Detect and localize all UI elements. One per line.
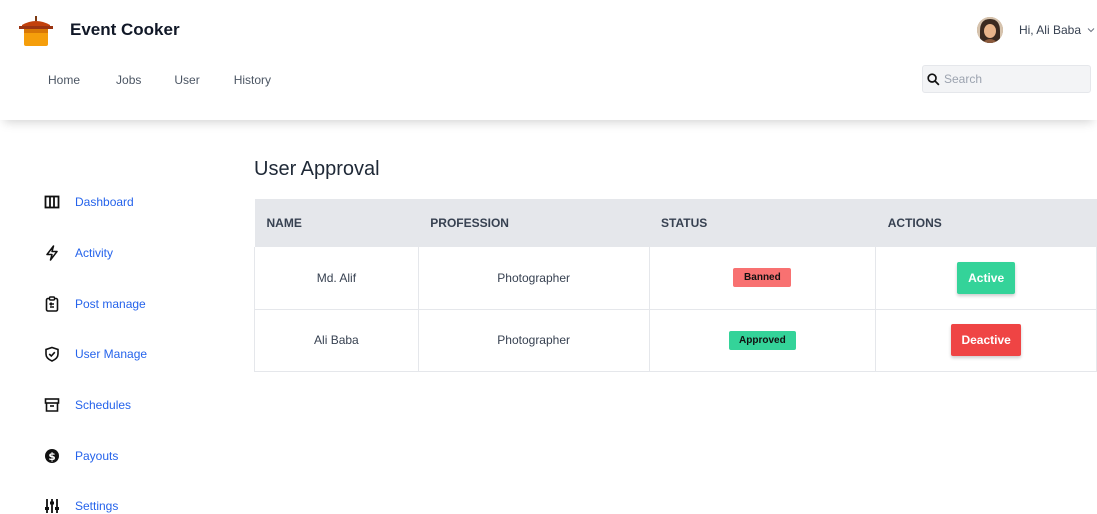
sidebar-item-label: Payouts — [75, 449, 119, 463]
main-nav: Home Jobs User History — [48, 73, 271, 87]
sidebar-item-schedules[interactable]: Schedules — [44, 397, 131, 413]
sidebar-item-label: Settings — [75, 499, 119, 513]
nav-jobs[interactable]: Jobs — [116, 73, 141, 87]
cell-name: Md. Alif — [254, 247, 419, 310]
archive-icon — [44, 398, 60, 412]
sidebar-item-payouts[interactable]: $ Payouts — [44, 448, 118, 464]
column-header-status: STATUS — [661, 216, 708, 230]
sidebar-item-dashboard[interactable]: Dashboard — [44, 194, 134, 210]
column-header-actions: ACTIONS — [887, 216, 942, 230]
status-badge: Banned — [733, 268, 792, 288]
sidebar-item-label: Dashboard — [75, 195, 134, 209]
user-approval-table: NAME PROFESSION STATUS ACTIONS Md. Alif … — [254, 199, 1097, 372]
sidebar-item-settings[interactable]: Settings — [44, 498, 118, 514]
nav-history[interactable]: History — [234, 73, 271, 87]
search-input[interactable] — [944, 72, 1084, 86]
sidebar-item-label: Activity — [75, 246, 114, 260]
dollar-circle-icon: $ — [45, 449, 59, 463]
cell-actions: Deactive — [875, 309, 1097, 372]
search-icon — [927, 72, 940, 85]
table-header-row: NAME PROFESSION STATUS ACTIONS — [254, 199, 1097, 247]
nav-home[interactable]: Home — [48, 73, 80, 87]
column-header-profession: PROFESSION — [430, 216, 509, 230]
table-row: Md. Alif Photographer Banned Active — [254, 247, 1097, 310]
shield-check-icon — [45, 346, 59, 362]
cell-profession: Photographer — [418, 309, 650, 372]
svg-text:$: $ — [48, 451, 55, 463]
status-badge: Approved — [728, 330, 796, 350]
chevron-down-icon[interactable] — [1085, 24, 1097, 36]
sidebar-item-label: Schedules — [75, 398, 132, 412]
deactive-button[interactable]: Deactive — [951, 324, 1022, 356]
sidebar-item-post-manage[interactable]: Post manage — [44, 296, 146, 312]
sidebar-item-user-manage[interactable]: User Manage — [44, 346, 147, 362]
user-greeting[interactable]: Hi, Ali Baba — [1019, 23, 1081, 37]
cooking-pot-logo-icon[interactable] — [18, 14, 54, 48]
sidebar-item-activity[interactable]: Activity — [44, 245, 113, 261]
search-box[interactable] — [922, 65, 1091, 93]
sidebar-item-label: Post manage — [75, 297, 146, 311]
lightning-icon — [46, 245, 58, 261]
app-brand[interactable]: Event Cooker — [70, 20, 180, 40]
sidebar-item-label: User Manage — [75, 347, 148, 361]
columns-icon — [44, 195, 60, 209]
top-header: Event Cooker Home Jobs User History Hi, … — [0, 0, 1097, 120]
cell-status: Approved — [649, 309, 877, 372]
page-title: User Approval — [254, 158, 380, 180]
cell-actions: Active — [875, 247, 1097, 310]
active-button[interactable]: Active — [957, 261, 1016, 294]
avatar[interactable] — [976, 17, 1003, 43]
sliders-icon — [45, 499, 59, 513]
cell-name: Ali Baba — [254, 309, 419, 372]
user-menu[interactable]: Hi, Ali Baba — [976, 17, 1097, 43]
clipboard-icon — [45, 296, 59, 312]
column-header-name: NAME — [266, 216, 302, 230]
nav-user[interactable]: User — [174, 73, 199, 87]
cell-status: Banned — [649, 247, 877, 310]
cell-profession: Photographer — [418, 247, 650, 310]
table-row: Ali Baba Photographer Approved Deactive — [254, 309, 1097, 372]
